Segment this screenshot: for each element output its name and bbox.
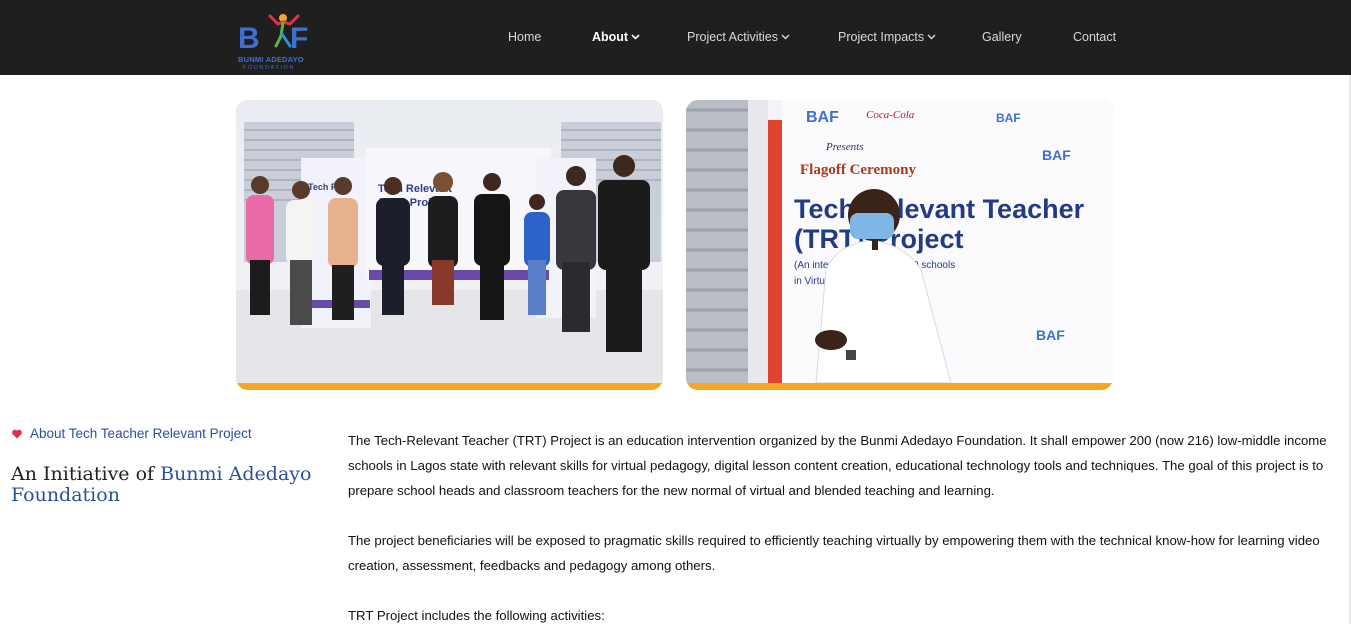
banner-sponsor: Coca-Cola [866, 109, 915, 121]
nav-contact[interactable]: Contact [1073, 28, 1116, 46]
group-photo: Tech Relevant (TRT) Project Tech Re [236, 100, 663, 390]
body-paragraph-2: The project beneficiaries will be expose… [348, 533, 1320, 573]
chevron-down-icon [927, 34, 936, 40]
nav-about-label: About [592, 30, 629, 44]
nav-home-label: Home [508, 30, 542, 44]
body-paragraph-3: TRT Project includes the following activ… [348, 608, 605, 623]
banner-presents: Presents [825, 141, 863, 153]
speaker-photo-image: BAF Coca-Cola Presents Flagoff Ceremony … [686, 100, 1113, 383]
speaker-photo: BAF Coca-Cola Presents Flagoff Ceremony … [686, 100, 1113, 390]
nav-gallery-label: Gallery [982, 30, 1022, 44]
svg-text:B: B [238, 22, 260, 52]
banner-ceremony: Flagoff Ceremony [800, 162, 916, 178]
eyebrow-label: About Tech Teacher Relevant Project [30, 426, 252, 441]
logo-name-line1: BUNMI ADEDAYO [238, 55, 304, 64]
svg-text:BAF: BAF [996, 111, 1021, 125]
nav-project-impacts[interactable]: Project Impacts [838, 28, 936, 46]
logo-name-line2: FOUNDATION [243, 65, 295, 71]
body-paragraph-1: The Tech-Relevant Teacher (TRT) Project … [348, 433, 1327, 498]
nav-gallery[interactable]: Gallery [982, 28, 1022, 46]
nav-project-activities[interactable]: Project Activities [687, 28, 790, 46]
nav-contact-label: Contact [1073, 30, 1117, 44]
svg-text:BAF: BAF [1042, 147, 1071, 163]
heart-icon [12, 429, 22, 438]
section-eyebrow: About Tech Teacher Relevant Project [11, 426, 252, 441]
group-photo-image: Tech Relevant (TRT) Project Tech Re [236, 100, 663, 383]
chevron-down-icon [781, 34, 790, 40]
logo-mark-icon: B F [238, 14, 308, 52]
site-header: B F BUNMI ADEDAYO FOUNDATION Home About … [0, 0, 1351, 75]
svg-text:BAF: BAF [1036, 327, 1065, 343]
headline-prefix: An Initiative of [11, 463, 161, 485]
chevron-down-icon [631, 34, 640, 40]
about-body: The Tech-Relevant Teacher (TRT) Project … [348, 428, 1343, 624]
banner-title-line1: Tech Relevant Teacher [794, 194, 1085, 224]
nav-home[interactable]: Home [508, 28, 541, 46]
site-logo[interactable]: B F BUNMI ADEDAYO FOUNDATION [238, 2, 312, 72]
nav-project-activities-label: Project Activities [687, 30, 779, 44]
svg-text:BAF: BAF [806, 109, 839, 126]
nav-about[interactable]: About [592, 28, 640, 46]
nav-project-impacts-label: Project Impacts [838, 30, 925, 44]
svg-text:F: F [290, 22, 308, 52]
section-headline: An Initiative of Bunmi Adedayo Foundatio… [11, 464, 331, 506]
